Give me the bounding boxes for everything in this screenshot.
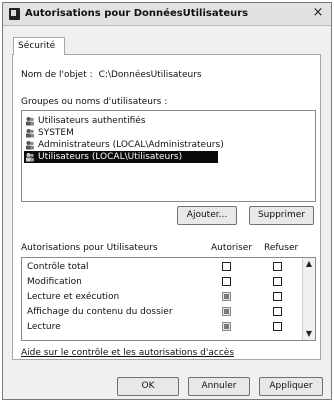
object-name: Nom de l'objet : C:\DonnéesUtilisateurs xyxy=(21,70,202,80)
allow-checkbox[interactable] xyxy=(222,277,231,286)
deny-checkbox[interactable] xyxy=(273,307,282,316)
allow-checkbox[interactable] xyxy=(222,262,231,271)
scroll-up-icon[interactable]: ▲ xyxy=(303,258,315,270)
tab-security[interactable]: Sécurité xyxy=(13,37,65,55)
help-link[interactable]: Aide sur le contrôle et les autorisation… xyxy=(21,348,234,358)
deny-checkbox[interactable] xyxy=(273,292,282,301)
users-icon xyxy=(26,153,34,162)
object-name-value: C:\DonnéesUtilisateurs xyxy=(98,70,202,80)
groups-list[interactable]: Utilisateurs authentifiés SYSTEM Adminis… xyxy=(21,110,316,202)
deny-checkbox[interactable] xyxy=(273,277,282,286)
permission-label: Contrôle total xyxy=(27,262,89,272)
list-item-label: Utilisateurs (LOCAL\Utilisateurs) xyxy=(38,152,183,162)
allow-checkbox[interactable] xyxy=(222,292,231,301)
apply-button[interactable]: Appliquer xyxy=(259,377,323,396)
allow-column-header: Autoriser xyxy=(211,243,253,253)
permission-row: Contrôle total xyxy=(22,261,302,273)
add-button[interactable]: Ajouter... xyxy=(177,206,237,225)
folder-icon xyxy=(9,8,20,20)
permissions-header: Autorisations pour Utilisateurs xyxy=(21,243,158,253)
users-icon xyxy=(26,117,34,126)
permission-row: Lecture xyxy=(22,321,302,333)
permissions-dialog: Autorisations pour DonnéesUtilisateurs ×… xyxy=(2,2,332,400)
permissions-list: Contrôle total Modification Lecture et e… xyxy=(21,257,316,341)
object-name-label: Nom de l'objet : xyxy=(21,70,93,80)
list-item[interactable]: Administrateurs (LOCAL\Administrateurs) xyxy=(24,139,224,151)
users-icon xyxy=(26,141,34,150)
close-button[interactable]: × xyxy=(309,6,327,21)
deny-column-header: Refuser xyxy=(264,243,299,253)
cancel-button[interactable]: Annuler xyxy=(188,377,250,396)
list-item[interactable]: Utilisateurs authentifiés xyxy=(24,115,145,127)
deny-checkbox[interactable] xyxy=(273,322,282,331)
list-item-label: SYSTEM xyxy=(38,128,74,138)
users-icon xyxy=(26,129,34,138)
permission-label: Lecture xyxy=(27,322,61,332)
list-item-label: Utilisateurs authentifiés xyxy=(38,116,146,126)
list-item[interactable]: SYSTEM xyxy=(24,127,74,139)
title-bar: Autorisations pour DonnéesUtilisateurs × xyxy=(3,3,331,26)
permission-row: Lecture et exécution xyxy=(22,291,302,303)
list-item-label: Administrateurs (LOCAL\Administrateurs) xyxy=(38,140,224,150)
permission-row: Affichage du contenu du dossier xyxy=(22,306,302,318)
allow-checkbox[interactable] xyxy=(222,307,231,316)
permission-label: Lecture et exécution xyxy=(27,292,120,302)
permission-label: Modification xyxy=(27,277,82,287)
list-item-selected[interactable]: Utilisateurs (LOCAL\Utilisateurs) xyxy=(24,151,218,163)
deny-checkbox[interactable] xyxy=(273,262,282,271)
scrollbar[interactable]: ▲ ▼ xyxy=(302,258,315,340)
window-title: Autorisations pour DonnéesUtilisateurs xyxy=(25,8,249,19)
allow-checkbox[interactable] xyxy=(222,322,231,331)
permission-label: Affichage du contenu du dossier xyxy=(27,307,173,317)
permission-row: Modification xyxy=(22,276,302,288)
scroll-down-icon[interactable]: ▼ xyxy=(303,328,315,340)
groups-label: Groupes ou noms d'utilisateurs : xyxy=(21,97,168,107)
remove-button[interactable]: Supprimer xyxy=(249,206,314,225)
ok-button[interactable]: OK xyxy=(117,377,179,396)
